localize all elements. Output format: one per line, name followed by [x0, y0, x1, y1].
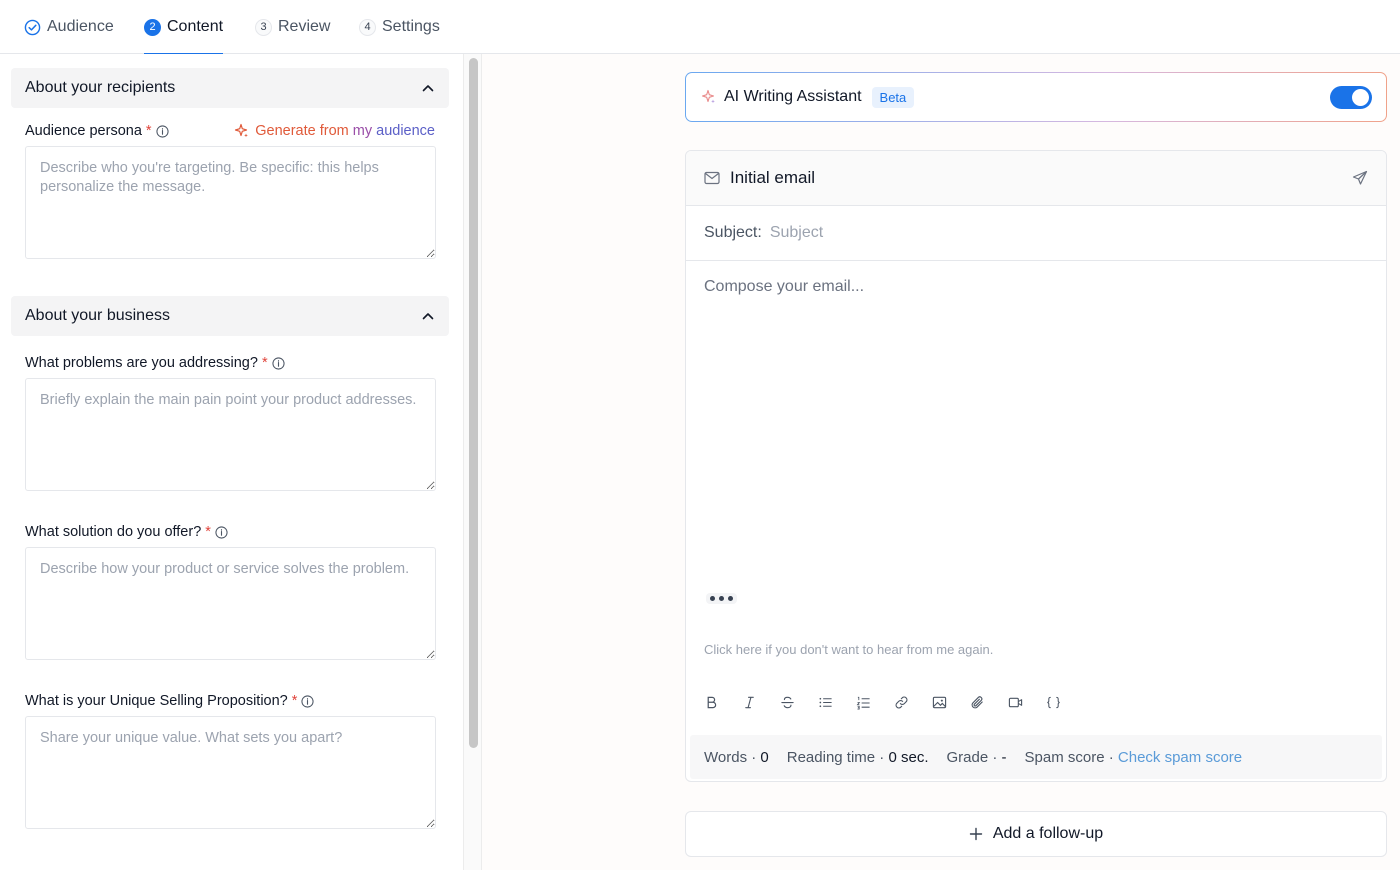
step-content-label: Content: [167, 18, 224, 35]
required-marker: *: [205, 524, 211, 540]
beta-badge: Beta: [871, 86, 915, 108]
email-card-header: Initial email: [686, 151, 1386, 206]
required-marker: *: [145, 123, 152, 139]
audience-persona-label-text: Audience persona: [25, 123, 142, 139]
info-icon[interactable]: [301, 694, 314, 708]
add-follow-up-label: Add a follow-up: [992, 825, 1104, 842]
sparkle-icon: [235, 123, 249, 138]
audience-persona-label: Audience persona *: [25, 123, 169, 139]
subject-label: Subject:: [704, 224, 762, 241]
words-stat: Words · 0: [704, 748, 769, 766]
solution-label-text: What solution do you offer?: [25, 524, 202, 540]
email-stats-bar: Words · 0 Reading time · 0 sec. Grade · …: [690, 735, 1382, 779]
step-settings[interactable]: 4 Settings: [359, 0, 440, 54]
grade-stat: Grade · -: [946, 748, 1007, 766]
bold-icon: [707, 696, 717, 708]
info-icon[interactable]: [215, 525, 228, 539]
formatting-toolbar: [704, 691, 1084, 713]
chevron-up-icon: [422, 85, 434, 92]
generate-from-audience-button[interactable]: Generate from my audience: [233, 123, 435, 139]
step-content[interactable]: 2 Content: [144, 0, 224, 55]
email-editor-area: AI Writing Assistant Beta Initial email …: [482, 54, 1400, 870]
scrollbar-thumb[interactable]: [469, 58, 478, 748]
generate-text-part3: audience: [376, 123, 435, 139]
link-icon: [895, 696, 908, 708]
strikethrough-button[interactable]: [780, 691, 818, 713]
reading-time-stat: Reading time · 0 sec.: [786, 748, 929, 766]
step-settings-label: Settings: [382, 18, 440, 35]
solution-label: What solution do you offer? *: [25, 524, 228, 540]
link-button[interactable]: [894, 691, 932, 713]
video-icon: [1008, 697, 1023, 707]
check-spam-score-link[interactable]: Check spam score: [1118, 749, 1242, 766]
problems-textarea[interactable]: [25, 378, 436, 491]
variables-icon: [1047, 696, 1060, 708]
envelope-icon: [704, 171, 720, 185]
variables-button[interactable]: [1046, 691, 1084, 713]
required-marker: *: [261, 355, 268, 371]
email-body-editor[interactable]: Compose your email...: [704, 278, 1364, 296]
attachment-button[interactable]: [970, 691, 1008, 713]
step-audience-label: Audience: [47, 18, 114, 35]
image-button[interactable]: [932, 691, 970, 713]
business-section-header[interactable]: About your business: [11, 296, 449, 336]
business-section-title: About your business: [25, 307, 170, 324]
problems-label: What problems are you addressing? *: [25, 355, 285, 371]
recipients-section-header[interactable]: About your recipients: [11, 68, 449, 108]
required-marker: *: [291, 693, 298, 709]
usp-textarea[interactable]: [25, 716, 436, 829]
italic-icon: [745, 696, 754, 708]
bold-button[interactable]: [704, 691, 742, 713]
numbered-list-icon: [856, 696, 870, 709]
email-title: Initial email: [730, 168, 816, 187]
generate-text-part1: Generate from: [255, 123, 349, 139]
initial-email-card: Initial email Subject: Compose your emai…: [685, 150, 1387, 782]
content-form-panel: About your recipients Audience persona *…: [0, 54, 463, 870]
chevron-up-icon: [422, 313, 434, 320]
strikethrough-icon: [781, 696, 794, 708]
toggle-knob: [1352, 88, 1369, 106]
step-content-number: 2: [144, 18, 161, 36]
subject-row: Subject:: [686, 206, 1386, 261]
send-icon[interactable]: [1352, 170, 1368, 186]
step-settings-number: 4: [359, 18, 376, 36]
ai-assistant-toggle[interactable]: [1330, 85, 1372, 109]
sparkle-icon: [701, 89, 715, 104]
italic-button[interactable]: [742, 691, 780, 713]
left-panel-scrollbar[interactable]: [463, 54, 482, 870]
ai-assistant-title: AI Writing Assistant: [724, 88, 862, 105]
subject-input[interactable]: [769, 224, 1368, 242]
step-audience[interactable]: Audience: [24, 0, 114, 54]
step-review-label: Review: [278, 18, 331, 35]
check-circle-icon: [24, 19, 41, 35]
bullet-list-icon: [819, 697, 832, 707]
numbered-list-button[interactable]: [856, 691, 894, 713]
info-icon[interactable]: [155, 124, 169, 138]
step-navigation: Audience 2 Content 3 Review 4 Settings: [0, 0, 1400, 55]
attachment-icon: [971, 695, 983, 708]
image-icon: [932, 696, 947, 708]
add-follow-up-button[interactable]: Add a follow-up: [685, 811, 1387, 857]
step-review-number: 3: [255, 18, 272, 36]
plus-icon: [969, 827, 983, 841]
recipients-section-title: About your recipients: [25, 79, 176, 96]
more-options-button[interactable]: [706, 593, 737, 604]
usp-label: What is your Unique Selling Proposition?…: [25, 693, 314, 709]
solution-textarea[interactable]: [25, 547, 436, 660]
unsubscribe-text: Click here if you don't want to hear fro…: [704, 642, 994, 657]
video-button[interactable]: [1008, 691, 1046, 713]
ai-writing-assistant-card: AI Writing Assistant Beta: [685, 72, 1387, 122]
generate-text-part2: my: [352, 123, 373, 139]
spam-score-stat: Spam score · Check spam score: [1024, 748, 1243, 766]
step-review[interactable]: 3 Review: [255, 0, 330, 54]
problems-label-text: What problems are you addressing?: [25, 355, 258, 371]
usp-label-text: What is your Unique Selling Proposition?: [25, 693, 288, 709]
info-icon[interactable]: [272, 356, 285, 370]
bullet-list-button[interactable]: [818, 691, 856, 713]
audience-persona-textarea[interactable]: [25, 146, 436, 259]
